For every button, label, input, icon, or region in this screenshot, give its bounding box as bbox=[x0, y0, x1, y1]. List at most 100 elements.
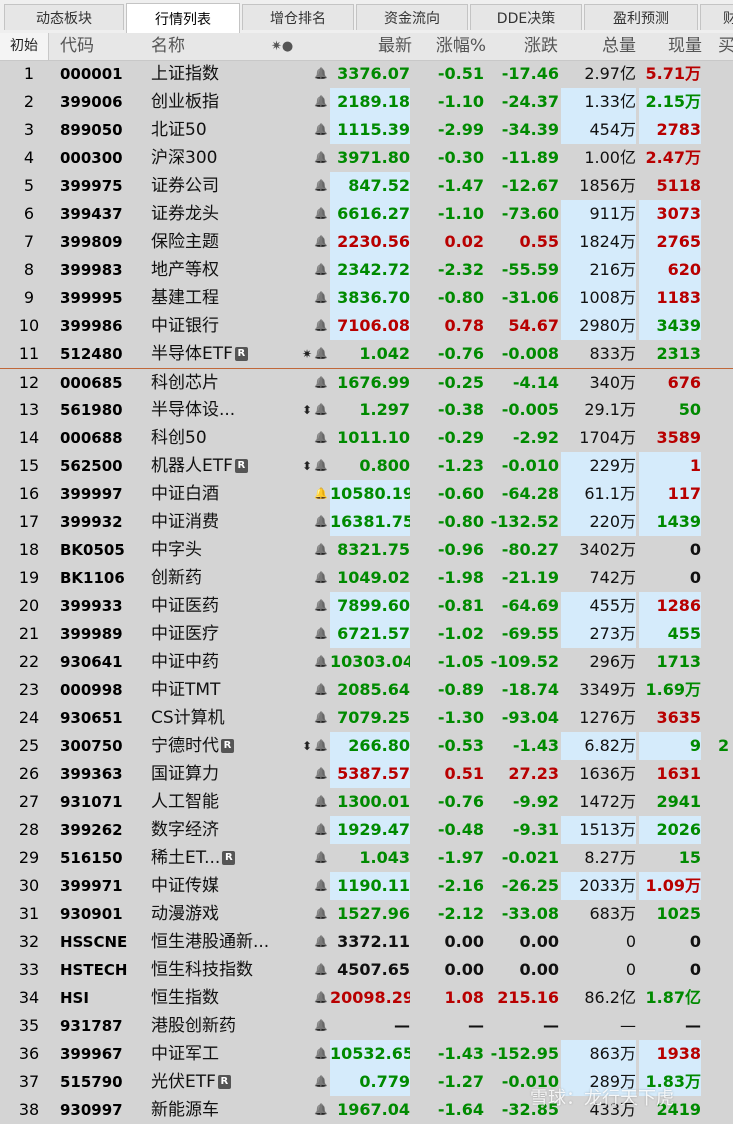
bell-icon[interactable]: 🔔 bbox=[313, 312, 329, 340]
header-change[interactable]: 涨跌 bbox=[510, 33, 558, 60]
table-row[interactable]: 5 399975 证券公司 🔔 847.52 -1.47 -12.67 1856万 5118 bbox=[0, 172, 733, 200]
table-row[interactable]: 23 000998 中证TMT 🔔 2085.64 -0.89 -18.74 3349万 1.6… bbox=[0, 676, 733, 704]
bell-icon[interactable]: 🔔 bbox=[313, 144, 329, 172]
table-row[interactable]: 33 HSTECH 恒生科技指数 🔔 4507.65 0.00 0.00 0 0 bbox=[0, 956, 733, 984]
bell-icon[interactable]: 🔔 bbox=[313, 284, 329, 312]
row-price: — bbox=[394, 1016, 410, 1035]
sort-initial-button[interactable]: 初始 bbox=[0, 33, 49, 60]
table-row[interactable]: 32 HSSCNE 恒生港股通新... 🔔 3372.11 0.00 0.00 0 0 bbox=[0, 928, 733, 956]
row-change: 0.55 bbox=[519, 232, 559, 251]
bell-icon[interactable]: 🔔 bbox=[313, 1068, 329, 1096]
table-row[interactable]: 28 399262 数字经济 🔔 1929.47 -0.48 -9.31 1513万 2026 bbox=[0, 816, 733, 844]
bell-icon[interactable]: 🔔 bbox=[313, 844, 329, 872]
table-row[interactable]: 12 000685 科创芯片 🔔 1676.99 -0.25 -4.14 340万 676 bbox=[0, 368, 733, 397]
bell-icon[interactable]: 🔔 bbox=[313, 228, 329, 256]
bell-icon[interactable]: 🔔 bbox=[313, 1012, 329, 1040]
bell-icon[interactable]: 🔔 bbox=[313, 1040, 329, 1068]
bell-icon[interactable]: 🔔 bbox=[313, 928, 329, 956]
row-name: 创业板指 bbox=[151, 88, 301, 116]
table-row[interactable]: 36 399967 中证军工 🔔 10532.65 -1.43 -152.95 863万 193… bbox=[0, 1040, 733, 1068]
bell-icon[interactable]: 🔔 bbox=[313, 760, 329, 788]
bell-icon[interactable]: 🔔 bbox=[313, 956, 329, 984]
row-index: 18 bbox=[18, 540, 40, 559]
bell-icon[interactable]: 🔔 bbox=[313, 116, 329, 144]
table-row[interactable]: 27 931071 人工智能 🔔 1300.01 -0.76 -9.92 1472万 2941 bbox=[0, 788, 733, 816]
row-name: 光伏ETF R bbox=[151, 1068, 301, 1096]
table-row[interactable]: 6 399437 证券龙头 🔔 6616.27 -1.10 -73.60 911万 3073 bbox=[0, 200, 733, 228]
table-row[interactable]: 20 399933 中证医药 🔔 7899.60 -0.81 -64.69 455万 1286 bbox=[0, 592, 733, 620]
bell-icon[interactable]: 🔔 bbox=[313, 732, 329, 760]
table-row[interactable]: 7 399809 保险主题 🔔 2230.56 0.02 0.55 1824万 2765 bbox=[0, 228, 733, 256]
bell-icon[interactable]: 🔔 bbox=[313, 508, 329, 536]
table-row[interactable]: 22 930641 中证中药 🔔 10303.04 -1.05 -109.52 296万 171… bbox=[0, 648, 733, 676]
bell-icon[interactable]: 🔔 bbox=[313, 424, 329, 452]
table-row[interactable]: 26 399363 国证算力 🔔 5387.57 0.51 27.23 1636万 1631 bbox=[0, 760, 733, 788]
table-row[interactable]: 10 399986 中证银行 🔔 7106.08 0.78 54.67 2980万 3439 bbox=[0, 312, 733, 340]
tab-6[interactable]: 财 bbox=[700, 4, 733, 30]
bell-icon[interactable]: 🔔 bbox=[313, 872, 329, 900]
bell-icon[interactable]: 🔔 bbox=[313, 564, 329, 592]
header-flags[interactable]: ✷● bbox=[271, 33, 305, 60]
bell-icon[interactable]: 🔔 bbox=[313, 200, 329, 228]
header-name[interactable]: 名称 bbox=[151, 33, 231, 60]
bell-icon[interactable]: 🔔 bbox=[313, 60, 329, 88]
table-row[interactable]: 17 399932 中证消费 🔔 16381.75 -0.80 -132.52 220万 143… bbox=[0, 508, 733, 536]
header-extra[interactable]: 买 bbox=[718, 33, 733, 60]
bell-icon[interactable]: 🔔 bbox=[313, 396, 329, 424]
bell-icon[interactable]: 🔔 bbox=[313, 620, 329, 648]
table-row[interactable]: 14 000688 科创50 🔔 1011.10 -0.29 -2.92 1704万 3589 bbox=[0, 424, 733, 452]
bell-icon[interactable]: 🔔 bbox=[313, 452, 329, 480]
table-row[interactable]: 3 899050 北证50 🔔 1115.39 -2.99 -34.39 454万 2783 bbox=[0, 116, 733, 144]
bell-icon[interactable]: 🔔 bbox=[313, 369, 329, 397]
table-row[interactable]: 8 399983 地产等权 🔔 2342.72 -2.32 -55.59 216万 620 bbox=[0, 256, 733, 284]
tab-5[interactable]: 盈利预测 bbox=[584, 4, 698, 30]
bell-icon[interactable]: 🔔 bbox=[313, 900, 329, 928]
header-change-percent[interactable]: 涨幅% bbox=[430, 33, 486, 60]
row-price: 1967.04 bbox=[337, 1100, 410, 1119]
bell-icon[interactable]: 🔔 bbox=[313, 1096, 329, 1124]
tab-4[interactable]: DDE决策 bbox=[470, 4, 582, 30]
table-row[interactable]: 16 399997 中证白酒 🔔 10580.19 -0.60 -64.28 61.1万 117 bbox=[0, 480, 733, 508]
bell-icon[interactable]: 🔔 bbox=[313, 172, 329, 200]
header-volume[interactable]: 总量 bbox=[594, 33, 636, 60]
table-row[interactable]: 2 399006 创业板指 🔔 2189.18 -1.10 -24.37 1.33亿 2.15万 bbox=[0, 88, 733, 116]
table-row[interactable]: 34 HSI 恒生指数 🔔 20098.29 1.08 215.16 86.2亿 1.87亿 bbox=[0, 984, 733, 1012]
bell-icon[interactable]: 🔔 bbox=[313, 88, 329, 116]
table-row[interactable]: 19 BK1106 创新药 🔔 1049.02 -1.98 -21.19 742万 0 bbox=[0, 564, 733, 592]
table-row[interactable]: 9 399995 基建工程 🔔 3836.70 -0.80 -31.06 1008万 1183 bbox=[0, 284, 733, 312]
bell-icon[interactable]: 🔔 bbox=[313, 340, 329, 368]
row-change: — bbox=[543, 1016, 559, 1035]
bell-icon[interactable]: 🔔 bbox=[313, 816, 329, 844]
table-row[interactable]: 31 930901 动漫游戏 🔔 1527.96 -2.12 -33.08 683万 1025 bbox=[0, 900, 733, 928]
bell-icon[interactable]: 🔔 bbox=[313, 984, 329, 1012]
row-code: 399975 bbox=[60, 177, 123, 195]
bell-icon[interactable]: 🔔 bbox=[313, 788, 329, 816]
bell-icon[interactable]: 🔔 bbox=[313, 676, 329, 704]
row-name-text: 人工智能 bbox=[151, 792, 219, 812]
bell-icon[interactable]: 🔔 bbox=[313, 536, 329, 564]
table-row[interactable]: 15 562500 机器人ETF R ⬍ 🔔 0.800 -1.23 -0.010 229万 1 bbox=[0, 452, 733, 480]
table-row[interactable]: 24 930651 CS计算机 🔔 7079.25 -1.30 -93.04 1276万 363… bbox=[0, 704, 733, 732]
bell-icon[interactable]: 🔔 bbox=[313, 592, 329, 620]
bell-icon[interactable]: 🔔 bbox=[313, 704, 329, 732]
table-row[interactable]: 21 399989 中证医疗 🔔 6721.57 -1.02 -69.55 273万 455 bbox=[0, 620, 733, 648]
header-price[interactable]: 最新 bbox=[368, 33, 412, 60]
table-row[interactable]: 35 931787 港股创新药 🔔 — — — — — bbox=[0, 1012, 733, 1040]
tab-0[interactable]: 动态板块 bbox=[4, 4, 124, 30]
table-row[interactable]: 29 516150 稀土ET... R 🔔 1.043 -1.97 -0.021 8.27万 15 bbox=[0, 844, 733, 872]
tab-2[interactable]: 增仓排名 bbox=[242, 4, 354, 30]
table-row[interactable]: 4 000300 沪深300 🔔 3971.80 -0.30 -11.89 1.00亿 2.47… bbox=[0, 144, 733, 172]
table-row[interactable]: 18 BK0505 中字头 🔔 8321.75 -0.96 -80.27 3402万 0 bbox=[0, 536, 733, 564]
tab-3[interactable]: 资金流向 bbox=[356, 4, 468, 30]
bell-icon[interactable]: 🔔 bbox=[313, 648, 329, 676]
table-row[interactable]: 30 399971 中证传媒 🔔 1190.11 -2.16 -26.25 2033万 1.09… bbox=[0, 872, 733, 900]
bell-icon[interactable]: 🔔 bbox=[313, 480, 329, 508]
table-row[interactable]: 11 512480 半导体ETF R ✷ 🔔 1.042 -0.76 -0.008 833万 231… bbox=[0, 340, 733, 368]
tab-1[interactable]: 行情列表 bbox=[126, 3, 240, 33]
table-row[interactable]: 25 300750 宁德时代 R ⬍ 🔔 266.80 -0.53 -1.43 6.82万 9 2 bbox=[0, 732, 733, 760]
table-row[interactable]: 1 000001 上证指数 🔔 3376.07 -0.51 -17.46 2.97亿 5.71万 bbox=[0, 60, 733, 88]
table-row[interactable]: 13 561980 半导体设... ⬍ 🔔 1.297 -0.38 -0.005 29.1万 50 bbox=[0, 396, 733, 424]
header-current-volume[interactable]: 现量 bbox=[660, 33, 702, 60]
bell-icon[interactable]: 🔔 bbox=[313, 256, 329, 284]
header-code[interactable]: 代码 bbox=[60, 33, 140, 60]
